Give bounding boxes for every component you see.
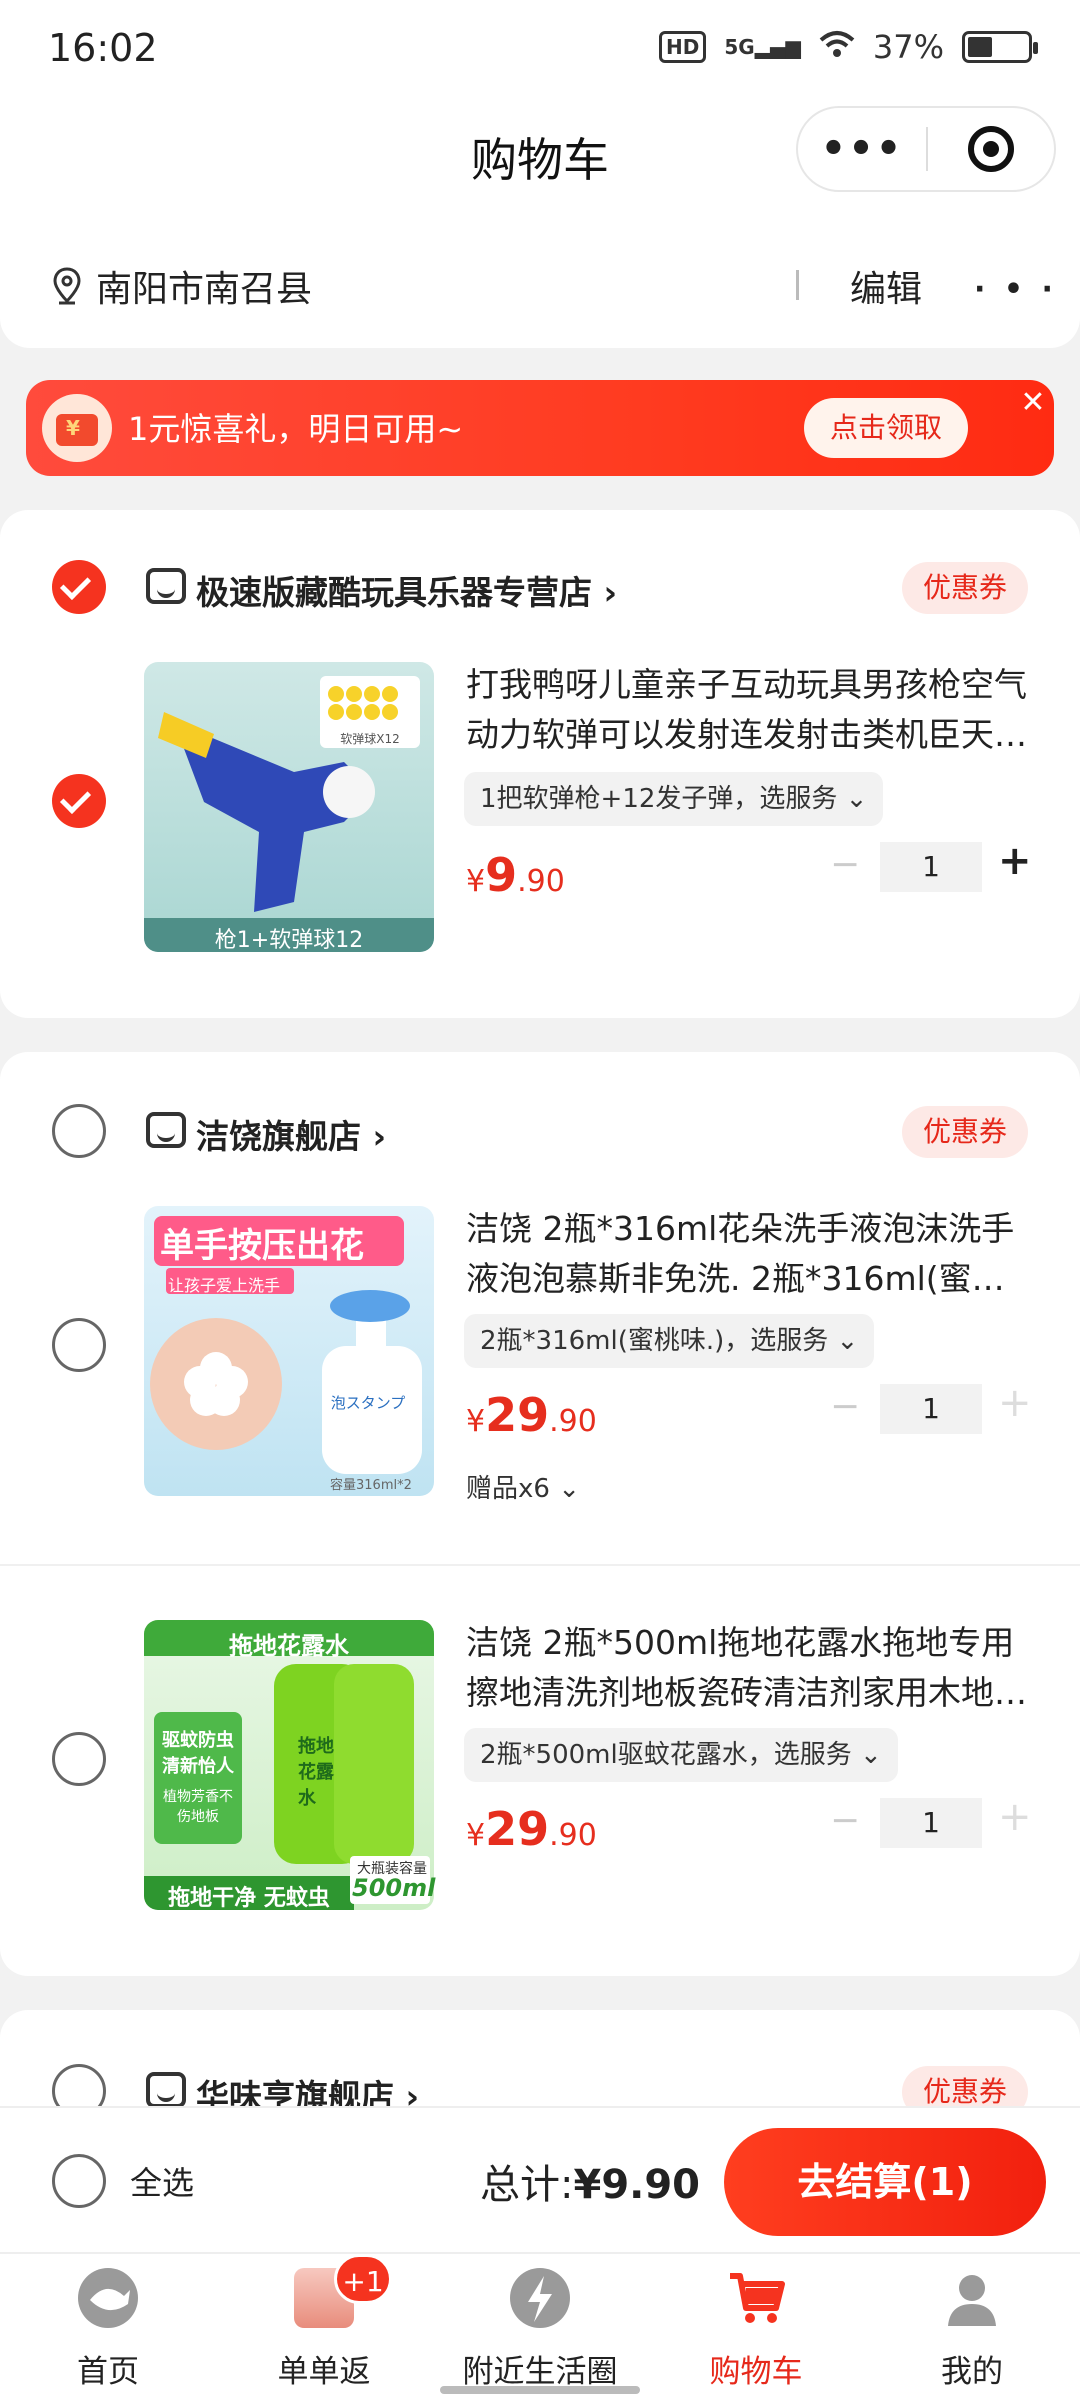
network-type: 5G	[724, 35, 755, 59]
gifts-toggle[interactable]: 赠品x6 ⌄	[466, 1468, 580, 1505]
store-checkbox[interactable]	[52, 560, 106, 614]
miniprogram-capsule: •••	[796, 106, 1056, 192]
product-image-bottle-label: 拖地花露水	[298, 1736, 334, 1809]
product-title[interactable]: 洁饶 2瓶*316ml花朵洗手液泡沫洗手液泡泡慕斯非免洗. 2瓶*316ml(蜜…	[466, 1204, 1036, 1304]
hd-icon: HD	[659, 31, 707, 63]
total-amount: 总计:¥9.90	[480, 2162, 701, 2208]
shop-icon	[146, 568, 186, 604]
increase-qty-button[interactable]: +	[998, 1380, 1032, 1426]
product-image-subline: 让孩子爱上洗手	[168, 1276, 281, 1295]
battery-icon	[962, 31, 1038, 63]
product-checkbox[interactable]	[52, 1318, 106, 1372]
close-banner-icon[interactable]: ✕	[1016, 386, 1050, 420]
more-dots-icon[interactable]: · • ·	[974, 272, 1057, 307]
decrease-qty-button[interactable]: −	[830, 1800, 860, 1841]
product-price: ¥9.90	[466, 848, 565, 902]
signal-icon: 5G▂▄▆	[724, 35, 801, 59]
store-name[interactable]: 洁饶旗舰店 ›	[196, 1110, 386, 1158]
select-all-label[interactable]: 全选	[130, 2158, 194, 2204]
lightning-icon	[510, 2268, 570, 2328]
item-divider	[0, 1564, 1080, 1566]
quantity-input[interactable]: 1	[880, 1798, 982, 1848]
store-card: 洁饶旗舰店 › 优惠券 单手按压出花 让孩子爱上洗手 泡スタンプ 容量316ml…	[0, 1052, 1080, 1976]
shop-icon	[146, 1112, 186, 1148]
address-bar: 南阳市南召县 编辑 · • ·	[0, 230, 1080, 348]
spec-selector[interactable]: 1把软弹枪+12发子弹，选服务 ⌄	[464, 772, 884, 826]
wifi-icon	[819, 28, 855, 66]
delivery-location[interactable]: 南阳市南召县	[96, 260, 312, 312]
tab-label: 首页	[77, 2354, 139, 2390]
surprise-gift-banner[interactable]: ¥ 1元惊喜礼，明日可用~ 点击领取 ✕	[26, 380, 1054, 476]
decrease-qty-button[interactable]: −	[830, 844, 860, 885]
product-image-tag: 软弹球X12	[340, 732, 400, 746]
address-divider	[796, 270, 799, 300]
product-image-feature-2: 植物芳香不伤地板	[163, 1789, 233, 1825]
tab-cashback[interactable]: +1 单单返	[216, 2254, 432, 2400]
increase-qty-button[interactable]: +	[998, 838, 1032, 884]
product-image-label: 泡スタンプ	[330, 1394, 406, 1412]
increase-qty-button[interactable]: +	[998, 1794, 1032, 1840]
store-checkbox[interactable]	[52, 1104, 106, 1158]
tab-label: 附近生活圈	[462, 2354, 618, 2390]
home-fish-icon	[78, 2268, 138, 2328]
battery-percent: 37%	[872, 28, 944, 66]
spec-selector[interactable]: 2瓶*316ml(蜜桃味.)，选服务 ⌄	[464, 1314, 875, 1368]
status-time: 16:02	[48, 26, 158, 70]
store-name[interactable]: 极速版藏酷玩具乐器专营店 ›	[196, 566, 617, 614]
tab-label: 单单返	[277, 2354, 371, 2390]
product-title[interactable]: 洁饶 2瓶*500ml拖地花露水拖地专用擦地清洗剂地板瓷砖清洁剂家用木地…	[466, 1618, 1036, 1718]
product-image-headline: 拖地花露水	[229, 1632, 349, 1660]
product-checkbox[interactable]	[52, 774, 106, 828]
profile-icon	[942, 2268, 1002, 2328]
banner-text: 1元惊喜礼，明日可用~	[128, 410, 464, 448]
checkout-bar: 全选 总计:¥9.90 去结算(1)	[0, 2106, 1080, 2252]
status-icons: HD 5G▂▄▆ 37%	[659, 28, 1038, 66]
coupon-button[interactable]: 优惠券	[902, 562, 1028, 614]
product-image-footer: 拖地干净 无蚊虫	[168, 1886, 330, 1911]
edit-button[interactable]: 编辑	[850, 260, 922, 312]
product-image-headline: 单手按压出花	[160, 1226, 364, 1266]
checkout-button[interactable]: 去结算(1)	[724, 2128, 1046, 2236]
claim-button[interactable]: 点击领取	[804, 398, 968, 458]
tab-home[interactable]: 首页	[0, 2254, 216, 2400]
product-title[interactable]: 打我鸭呀儿童亲子互动玩具男孩枪空气动力软弹可以发射连发射击类机臣天…	[466, 660, 1036, 760]
cart-icon	[726, 2268, 786, 2328]
spec-selector[interactable]: 2瓶*500ml驱蚊花露水，选服务 ⌄	[464, 1728, 898, 1782]
tab-nearby[interactable]: 附近生活圈	[432, 2254, 648, 2400]
tab-label: 购物车	[709, 2354, 803, 2390]
tab-label: 我的	[941, 2354, 1003, 2390]
status-bar: 16:02 HD 5G▂▄▆ 37%	[0, 0, 1080, 100]
product-price: ¥29.90	[466, 1388, 597, 1442]
red-envelope-icon: ¥	[42, 394, 112, 462]
coupon-button[interactable]: 优惠券	[902, 1106, 1028, 1158]
target-icon	[967, 126, 1014, 172]
product-image-feature-1: 驱蚊防虫清新怡人	[162, 1730, 234, 1777]
store-card: 极速版藏酷玩具乐器专营店 › 优惠券 枪1+软弹球12 软弹球X12 打我鸭呀儿…	[0, 510, 1080, 1018]
product-image-volume: 容量316ml*2	[330, 1478, 412, 1493]
product-checkbox[interactable]	[52, 1732, 106, 1786]
decrease-qty-button[interactable]: −	[830, 1386, 860, 1427]
product-price: ¥29.90	[466, 1802, 597, 1856]
cashback-badge: +1	[334, 2254, 392, 2304]
shop-icon	[146, 2072, 186, 2108]
product-image[interactable]	[144, 662, 434, 952]
bottom-tab-bar: 首页 +1 单单返 附近生活圈 购物车 我的	[0, 2252, 1080, 2400]
more-options-button[interactable]: •••	[798, 126, 926, 172]
select-all-checkbox[interactable]	[52, 2154, 106, 2208]
product-image-caption: 枪1+软弹球12	[214, 928, 364, 953]
quantity-input[interactable]: 1	[880, 842, 982, 892]
close-miniprogram-button[interactable]	[928, 126, 1054, 172]
tab-profile[interactable]: 我的	[864, 2254, 1080, 2400]
quantity-input[interactable]: 1	[880, 1384, 982, 1434]
home-indicator[interactable]	[440, 2386, 640, 2394]
product-image-volume: 500ml	[352, 1874, 436, 1902]
location-pin-icon	[52, 266, 82, 310]
tab-cart[interactable]: 购物车	[648, 2254, 864, 2400]
